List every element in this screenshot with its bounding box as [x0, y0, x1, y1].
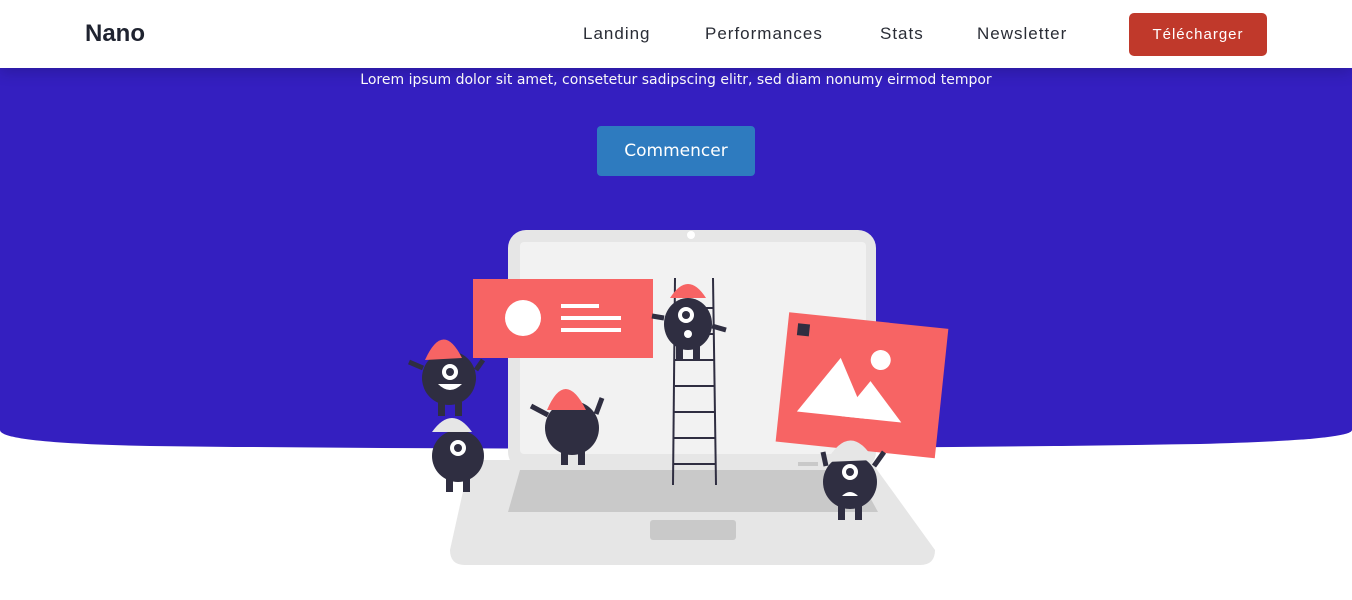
get-started-button[interactable]: Commencer: [597, 126, 755, 176]
nav-link-performances[interactable]: Performances: [705, 24, 823, 44]
top-navbar: Nano Landing Performances Stats Newslett…: [0, 0, 1352, 68]
nav-link-newsletter[interactable]: Newsletter: [977, 24, 1067, 44]
nav-link-landing[interactable]: Landing: [583, 24, 651, 44]
nav-link-stats[interactable]: Stats: [880, 24, 924, 44]
hero-subtitle: Lorem ipsum dolor sit amet, consetetur s…: [360, 72, 992, 88]
profile-card-icon: [473, 279, 653, 358]
image-card-icon: [775, 312, 949, 459]
laptop-team-illustration: [408, 230, 949, 565]
brand-logo[interactable]: Nano: [85, 0, 145, 68]
download-button[interactable]: Télécharger: [1129, 13, 1267, 56]
landing-page: Nano Landing Performances Stats Newslett…: [0, 0, 1352, 600]
character-stacked-top-icon: [408, 339, 486, 416]
